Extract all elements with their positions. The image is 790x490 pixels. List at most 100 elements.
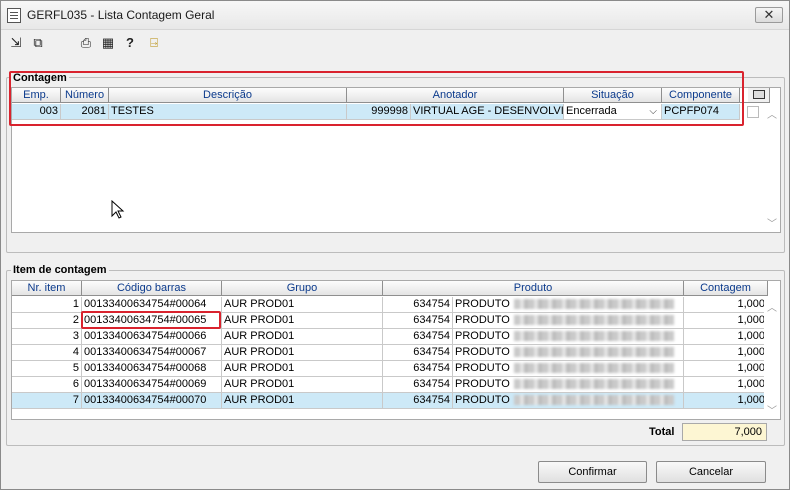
contagem-grid: Emp. Número Descrição Anotador Situação … xyxy=(11,87,781,233)
confirm-button[interactable]: Confirmar xyxy=(538,461,647,483)
scroll-up-icon[interactable]: ︿ xyxy=(767,106,777,121)
col-emp[interactable]: Emp. xyxy=(12,88,61,103)
cell-nr-item: 2 xyxy=(12,313,82,329)
table-row[interactable]: 3 00133400634754#00066 AUR PROD01 634754… xyxy=(12,329,768,345)
cell-codigo-barras: 00133400634754#00070 xyxy=(82,393,222,409)
table-row[interactable]: 003 2081 TESTES 999998 VIRTUAL AGE - DES… xyxy=(12,104,740,120)
produto-label: PRODUTO xyxy=(455,330,510,342)
cell-contagem: 1,000 xyxy=(684,377,768,393)
contagem-title: Contagem xyxy=(11,72,69,84)
cell-produto-code: 634754 xyxy=(383,361,453,377)
cell-contagem: 1,000 xyxy=(684,297,768,313)
cell-codigo-barras: 00133400634754#00067 xyxy=(82,345,222,361)
cell-nr-item: 7 xyxy=(12,393,82,409)
import-icon[interactable]: ⇲ xyxy=(7,34,25,52)
cell-codigo-barras: 00133400634754#00064 xyxy=(82,297,222,313)
scroll-down-icon[interactable]: ﹀ xyxy=(767,402,777,417)
cell-produto-code: 634754 xyxy=(383,393,453,409)
toolbar: ⇲ ⧉ ⎙ ▦ ? ⍈ xyxy=(5,32,785,54)
cell-anotador-code: 999998 xyxy=(347,104,411,120)
cell-grupo: AUR PROD01 xyxy=(222,297,383,313)
cell-produto-code: 634754 xyxy=(383,297,453,313)
itens-title: Item de contagem xyxy=(11,264,109,276)
cell-produto: PRODUTO xyxy=(453,297,684,313)
situacao-value: Encerrada xyxy=(566,105,617,117)
cell-componente: PCPFP074 xyxy=(662,104,740,120)
scroll-up-icon[interactable]: ︿ xyxy=(767,299,777,314)
redacted-text xyxy=(513,299,674,310)
col-grupo[interactable]: Grupo xyxy=(222,281,383,296)
cell-contagem: 1,000 xyxy=(684,361,768,377)
cell-nr-item: 5 xyxy=(12,361,82,377)
itens-scrollbar[interactable]: ︿ ﹀ xyxy=(764,297,780,419)
col-nr-item[interactable]: Nr. item xyxy=(12,281,82,296)
column-chooser-button[interactable] xyxy=(748,88,770,103)
help-icon[interactable]: ? xyxy=(121,34,139,52)
col-numero[interactable]: Número xyxy=(61,88,109,103)
cell-produto-code: 634754 xyxy=(383,313,453,329)
mouse-cursor-icon xyxy=(111,200,125,219)
cell-numero: 2081 xyxy=(61,104,109,120)
chevron-down-icon[interactable]: ⌵ xyxy=(649,104,657,119)
table-row[interactable]: 1 00133400634754#00064 AUR PROD01 634754… xyxy=(12,297,768,313)
col-descricao[interactable]: Descrição xyxy=(109,88,347,103)
table-row[interactable]: 4 00133400634754#00067 AUR PROD01 634754… xyxy=(12,345,768,361)
exit-icon[interactable]: ⍈ xyxy=(145,34,163,52)
scroll-down-icon[interactable]: ﹀ xyxy=(767,215,777,230)
contagem-header: Emp. Número Descrição Anotador Situação … xyxy=(12,88,770,103)
row-checkbox[interactable] xyxy=(747,106,759,118)
cell-produto: PRODUTO xyxy=(453,361,684,377)
copy-icon[interactable]: ⧉ xyxy=(29,34,47,52)
cell-nr-item: 6 xyxy=(12,377,82,393)
cell-produto-code: 634754 xyxy=(383,345,453,361)
main-window: GERFL035 - Lista Contagem Geral ✕ ⇲ ⧉ ⎙ … xyxy=(0,0,790,490)
cell-codigo-barras: 00133400634754#00069 xyxy=(82,377,222,393)
table-row[interactable]: 7 00133400634754#00070 AUR PROD01 634754… xyxy=(12,393,768,409)
produto-label: PRODUTO xyxy=(455,298,510,310)
redacted-text xyxy=(513,395,674,406)
cell-descricao: TESTES xyxy=(109,104,347,120)
redacted-text xyxy=(513,347,674,358)
col-anotador[interactable]: Anotador xyxy=(347,88,564,103)
contagem-scrollbar[interactable]: ︿ ﹀ xyxy=(764,104,780,232)
cell-produto: PRODUTO xyxy=(453,329,684,345)
redacted-text xyxy=(513,331,674,342)
redacted-text xyxy=(513,363,674,374)
cell-produto-code: 634754 xyxy=(383,329,453,345)
situacao-combo[interactable]: Encerrada ⌵ xyxy=(564,104,662,120)
produto-label: PRODUTO xyxy=(455,346,510,358)
produto-label: PRODUTO xyxy=(455,378,510,390)
cell-codigo-barras: 00133400634754#00066 xyxy=(82,329,222,345)
cell-produto-code: 634754 xyxy=(383,377,453,393)
redacted-text xyxy=(513,315,674,326)
cell-anotador-name: VIRTUAL AGE - DESENVOLVIM xyxy=(411,104,564,120)
cell-contagem: 1,000 xyxy=(684,329,768,345)
table-row[interactable]: 5 00133400634754#00068 AUR PROD01 634754… xyxy=(12,361,768,377)
print-icon[interactable]: ⎙ xyxy=(77,34,95,52)
produto-label: PRODUTO xyxy=(455,394,510,406)
cell-grupo: AUR PROD01 xyxy=(222,329,383,345)
table-row[interactable]: 6 00133400634754#00069 AUR PROD01 634754… xyxy=(12,377,768,393)
cell-produto: PRODUTO xyxy=(453,313,684,329)
cell-grupo: AUR PROD01 xyxy=(222,393,383,409)
grid-icon xyxy=(752,90,765,99)
redacted-text xyxy=(513,379,674,390)
cell-nr-item: 4 xyxy=(12,345,82,361)
cancel-button[interactable]: Cancelar xyxy=(656,461,766,483)
cell-grupo: AUR PROD01 xyxy=(222,313,383,329)
cell-produto: PRODUTO xyxy=(453,345,684,361)
calendar-icon[interactable]: ▦ xyxy=(99,34,117,52)
col-contagem[interactable]: Contagem xyxy=(684,281,768,296)
col-situacao[interactable]: Situação xyxy=(564,88,662,103)
cell-grupo: AUR PROD01 xyxy=(222,377,383,393)
close-button[interactable]: ✕ xyxy=(755,7,783,23)
table-row[interactable]: 2 00133400634754#00065 AUR PROD01 634754… xyxy=(12,313,768,329)
col-produto[interactable]: Produto xyxy=(383,281,684,296)
col-codigo-barras[interactable]: Código barras xyxy=(82,281,222,296)
col-componente[interactable]: Componente xyxy=(662,88,740,103)
itens-header: Nr. item Código barras Grupo Produto Con… xyxy=(12,281,768,296)
document-icon xyxy=(7,8,21,23)
produto-label: PRODUTO xyxy=(455,314,510,326)
cell-codigo-barras: 00133400634754#00065 xyxy=(82,313,222,329)
cell-codigo-barras: 00133400634754#00068 xyxy=(82,361,222,377)
